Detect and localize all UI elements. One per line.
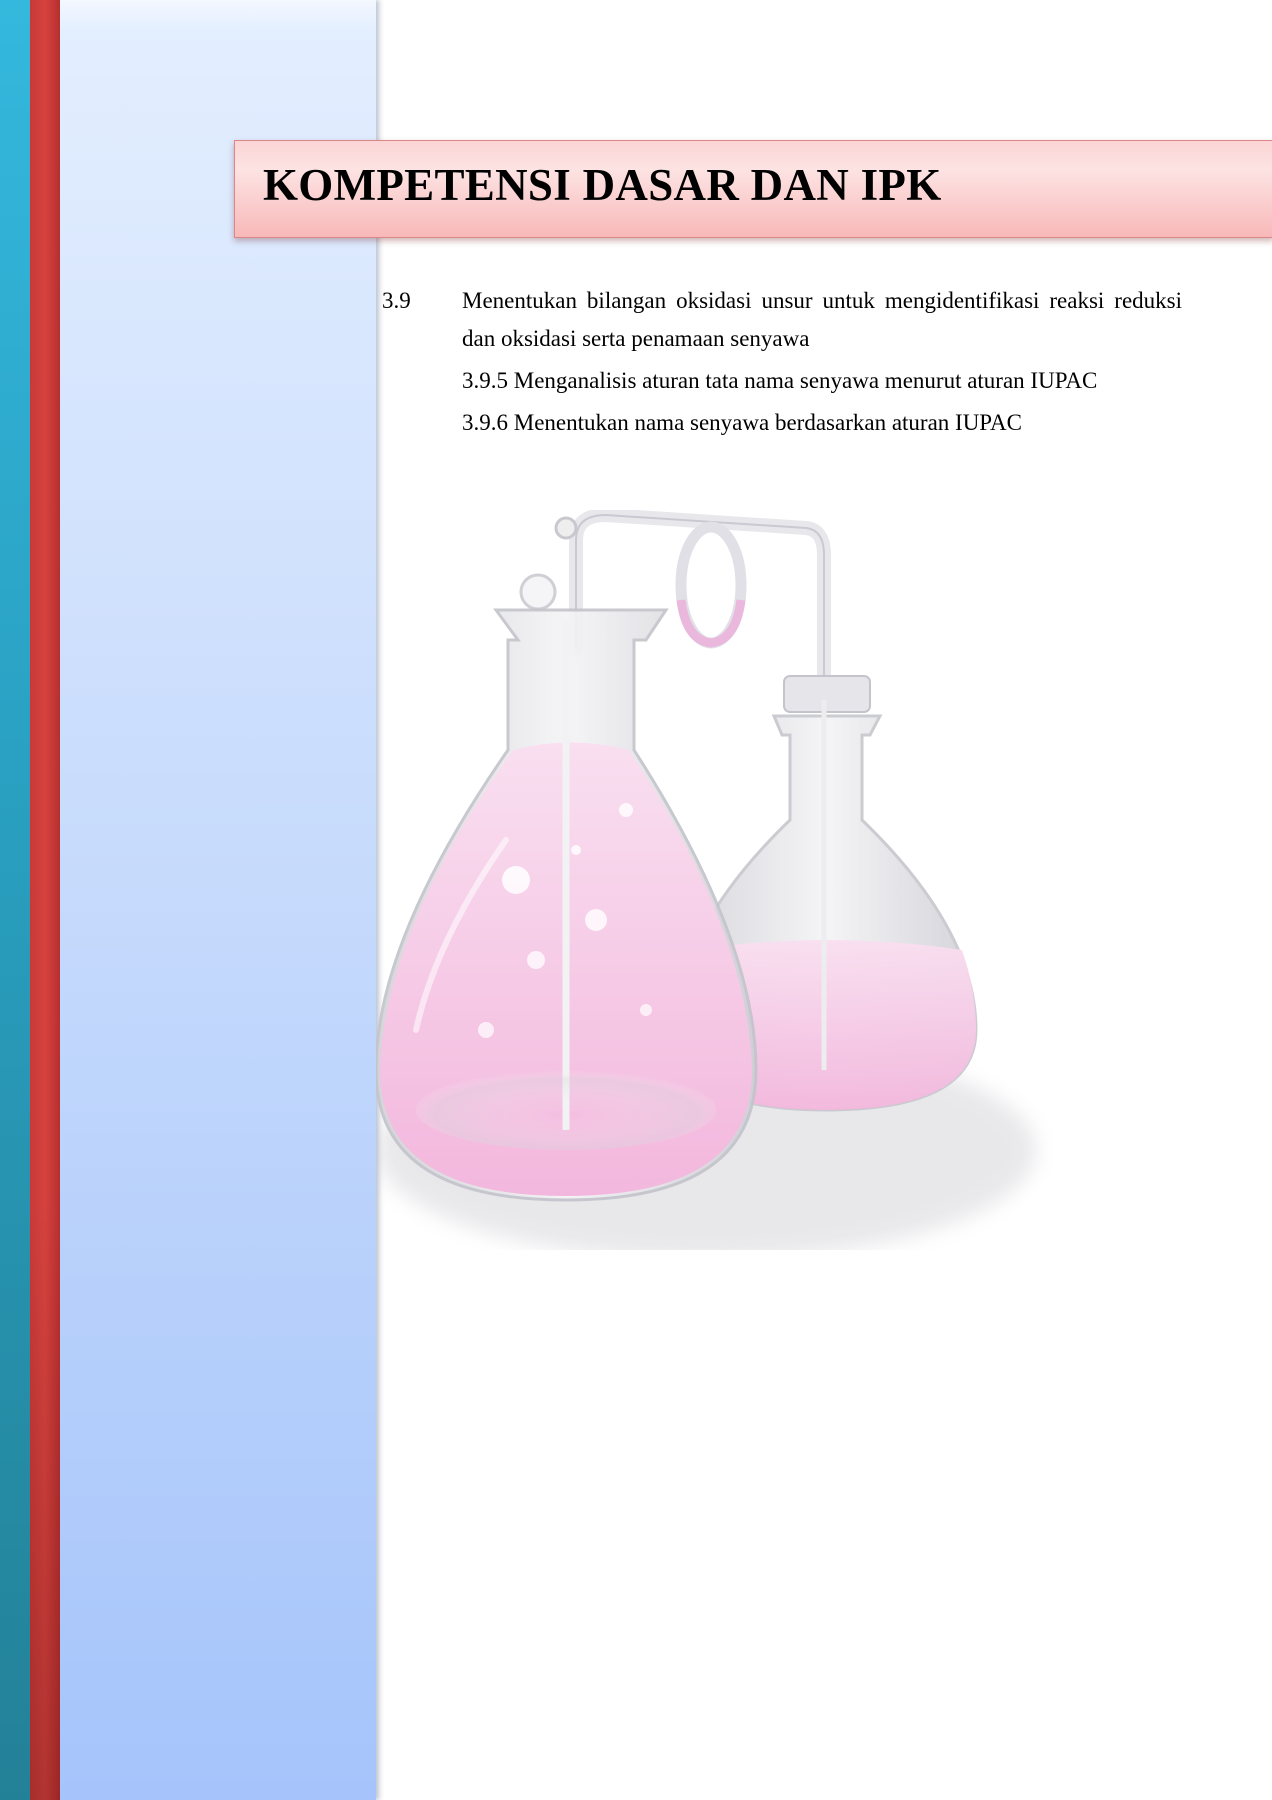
page-title: KOMPETENSI DASAR DAN IPK [263, 160, 942, 210]
heading-banner: KOMPETENSI DASAR DAN IPK [234, 140, 1272, 238]
blue-side-panel [60, 0, 376, 1800]
chemistry-flasks-icon [376, 510, 1036, 1250]
kd-text: Menentukan bilangan oksidasi unsur untuk… [462, 288, 1182, 351]
ipk-item: 3.9.5 Menganalisis aturan tata nama seny… [462, 368, 1098, 393]
kompetensi-dasar-row: 3.9 Menentukan bilangan oksidasi unsur u… [382, 282, 1182, 358]
teal-side-strip [0, 0, 30, 1800]
competency-content: 3.9 Menentukan bilangan oksidasi unsur u… [382, 282, 1182, 442]
ipk-item: 3.9.6 Menentukan nama senyawa berdasarka… [462, 410, 1022, 435]
red-strip-shade [30, 1200, 60, 1800]
kd-code: 3.9 [382, 288, 411, 313]
blue-panel-highlight [60, 0, 376, 30]
